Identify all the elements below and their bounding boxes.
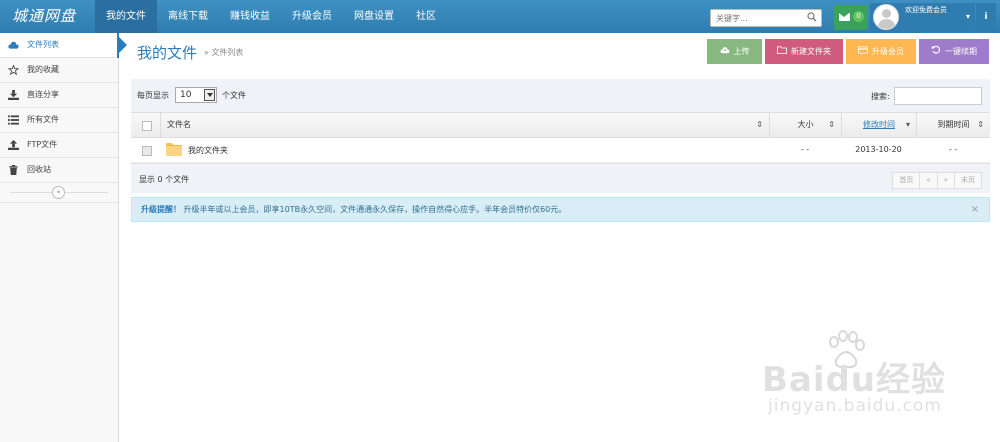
cloud-upload-icon: [720, 47, 729, 54]
column-header-size[interactable]: 大小 ⇕: [769, 113, 841, 137]
upload-icon: [8, 140, 19, 150]
info-icon[interactable]: i: [976, 3, 996, 31]
upgrade-member-button-label: 升级会员: [872, 47, 904, 56]
column-header-expires-label: 到期时间: [937, 120, 970, 129]
welcome-text: 欢迎免费会员: [905, 6, 947, 14]
download-icon: [8, 90, 19, 100]
nav-earnings[interactable]: 赚钱收益: [219, 0, 281, 33]
top-search: [710, 9, 822, 27]
watermark-url: jingyan.baidu.com: [768, 396, 942, 416]
sidebar-item-label: 回收站: [27, 165, 51, 174]
next-page-button[interactable]: »: [936, 172, 955, 189]
alert-title: 升级提醒！: [141, 205, 181, 214]
select-all-checkbox[interactable]: [142, 121, 152, 131]
per-page-value: 10: [180, 90, 192, 100]
sidebar-item-file-list[interactable]: 文件列表: [0, 33, 127, 58]
upgrade-alert: 升级提醒！ 升级半年或以上会员，即享10TB永久空间，文件通通永久保存，操作自然…: [131, 197, 990, 222]
collapse-sidebar-button[interactable]: «: [52, 186, 65, 199]
top-search-input[interactable]: [711, 10, 803, 26]
column-header-size-label: 大小: [797, 120, 814, 129]
pagination: 首页 « » 末页: [892, 172, 982, 189]
per-page-select[interactable]: 10: [175, 87, 217, 103]
column-header-modified-label: 修改时间: [863, 120, 895, 129]
upload-button-label: 上传: [733, 47, 750, 56]
sidebar-item-label: 所有文件: [27, 115, 59, 124]
table-row[interactable]: 我的文件夹 - - 2013-10-20 - -: [131, 138, 990, 163]
per-page-label: 每页显示: [137, 91, 169, 100]
baidu-watermark: Baidu经验 jingyan.baidu.com: [762, 330, 992, 430]
new-folder-button-label: 新建文件夹: [791, 47, 831, 56]
star-icon: [8, 65, 19, 75]
column-header-expires[interactable]: 到期时间 ⇕: [916, 113, 990, 137]
app-logo[interactable]: 城通网盘: [0, 0, 95, 33]
nav-my-files[interactable]: 我的文件: [95, 0, 157, 33]
close-icon[interactable]: ×: [971, 198, 979, 221]
top-navbar: 城通网盘 我的文件 离线下载 赚钱收益 升级会员 网盘设置 社区 0 欢迎免费会…: [0, 0, 1000, 33]
message-count-badge: 0: [853, 11, 864, 22]
avatar: [873, 4, 899, 30]
sort-desc-icon: ▾: [905, 120, 910, 129]
folder-icon: [166, 143, 182, 156]
page-title: 我的文件: [137, 44, 198, 62]
sort-icon: ⇕: [756, 120, 763, 129]
nav-settings[interactable]: 网盘设置: [343, 0, 405, 33]
row-checkbox[interactable]: [142, 146, 152, 156]
sort-icon: ⇕: [977, 120, 984, 129]
column-header-modified[interactable]: 修改时间 ▾: [841, 113, 916, 137]
file-count-text: 显示 0 个文件: [139, 175, 190, 184]
renew-button-label: 一键续期: [945, 47, 977, 56]
list-icon: [8, 115, 19, 125]
last-page-button[interactable]: 末页: [954, 172, 982, 189]
envelope-icon: [839, 13, 850, 21]
table-toolbar: 每页显示 10 个文件 搜索:: [131, 79, 990, 112]
trash-icon: [9, 165, 18, 175]
main-nav: 我的文件 离线下载 赚钱收益 升级会员 网盘设置 社区: [95, 0, 447, 33]
search-icon[interactable]: [807, 12, 817, 22]
sidebar-collapse-row: «: [0, 183, 118, 203]
first-page-button[interactable]: 首页: [892, 172, 921, 189]
sort-icon: ⇕: [828, 120, 835, 129]
messages-button[interactable]: 0: [834, 5, 868, 30]
table-footer: 显示 0 个文件 首页 « » 末页: [131, 163, 990, 193]
sidebar-item-label: 直连分享: [27, 90, 59, 99]
sidebar-item-label: FTP文件: [27, 140, 58, 149]
sidebar-item-label: 我的收藏: [27, 65, 59, 74]
sidebar-item-recycle-bin[interactable]: 回收站: [0, 158, 118, 183]
nav-upgrade-member[interactable]: 升级会员: [281, 0, 343, 33]
chevron-down-icon: ▾: [966, 12, 971, 21]
undo-icon: [931, 45, 941, 54]
nav-offline-download[interactable]: 离线下载: [157, 0, 219, 33]
new-folder-button[interactable]: 新建文件夹: [765, 39, 843, 64]
column-header-name-label: 文件名: [167, 120, 191, 129]
sidebar-item-favorites[interactable]: 我的收藏: [0, 58, 118, 83]
watermark-brand: Baidu经验: [762, 360, 947, 400]
credit-card-icon: [858, 46, 868, 54]
breadcrumb: » 文件列表: [204, 48, 244, 57]
prev-page-button[interactable]: «: [919, 172, 938, 189]
per-page-suffix: 个文件: [222, 91, 246, 100]
sidebar-item-all-files[interactable]: 所有文件: [0, 108, 118, 133]
table-header: 文件名 ⇕ 大小 ⇕ 修改时间 ▾ 到期时间 ⇕: [131, 112, 990, 138]
sidebar-item-direct-share[interactable]: 直连分享: [0, 83, 118, 108]
file-name[interactable]: 我的文件夹: [188, 145, 228, 156]
cloud-icon: [8, 41, 19, 49]
file-modified: 2013-10-20: [855, 145, 902, 154]
upgrade-member-button[interactable]: 升级会员: [846, 39, 916, 64]
table-search-input[interactable]: [894, 87, 982, 105]
upload-button[interactable]: 上传: [707, 39, 762, 64]
folder-icon: [777, 46, 787, 54]
nav-community[interactable]: 社区: [405, 0, 447, 33]
column-header-name[interactable]: 文件名 ⇕: [160, 113, 769, 137]
user-menu[interactable]: 欢迎免费会员 ▾: [870, 3, 975, 31]
renew-button[interactable]: 一键续期: [919, 39, 989, 64]
chevron-down-icon: [204, 89, 215, 101]
file-expires: - -: [948, 145, 958, 154]
alert-text: 升级半年或以上会员，即享10TB永久空间，文件通通永久保存，操作自然得心应手。半…: [183, 205, 567, 214]
sidebar: 文件列表 我的收藏 直连分享 所有文件 FTP文件 回收站 «: [0, 33, 127, 442]
table-search-label: 搜索:: [871, 92, 890, 101]
file-size: - -: [800, 145, 810, 154]
sidebar-item-label: 文件列表: [27, 40, 59, 49]
sidebar-item-ftp-files[interactable]: FTP文件: [0, 133, 118, 158]
